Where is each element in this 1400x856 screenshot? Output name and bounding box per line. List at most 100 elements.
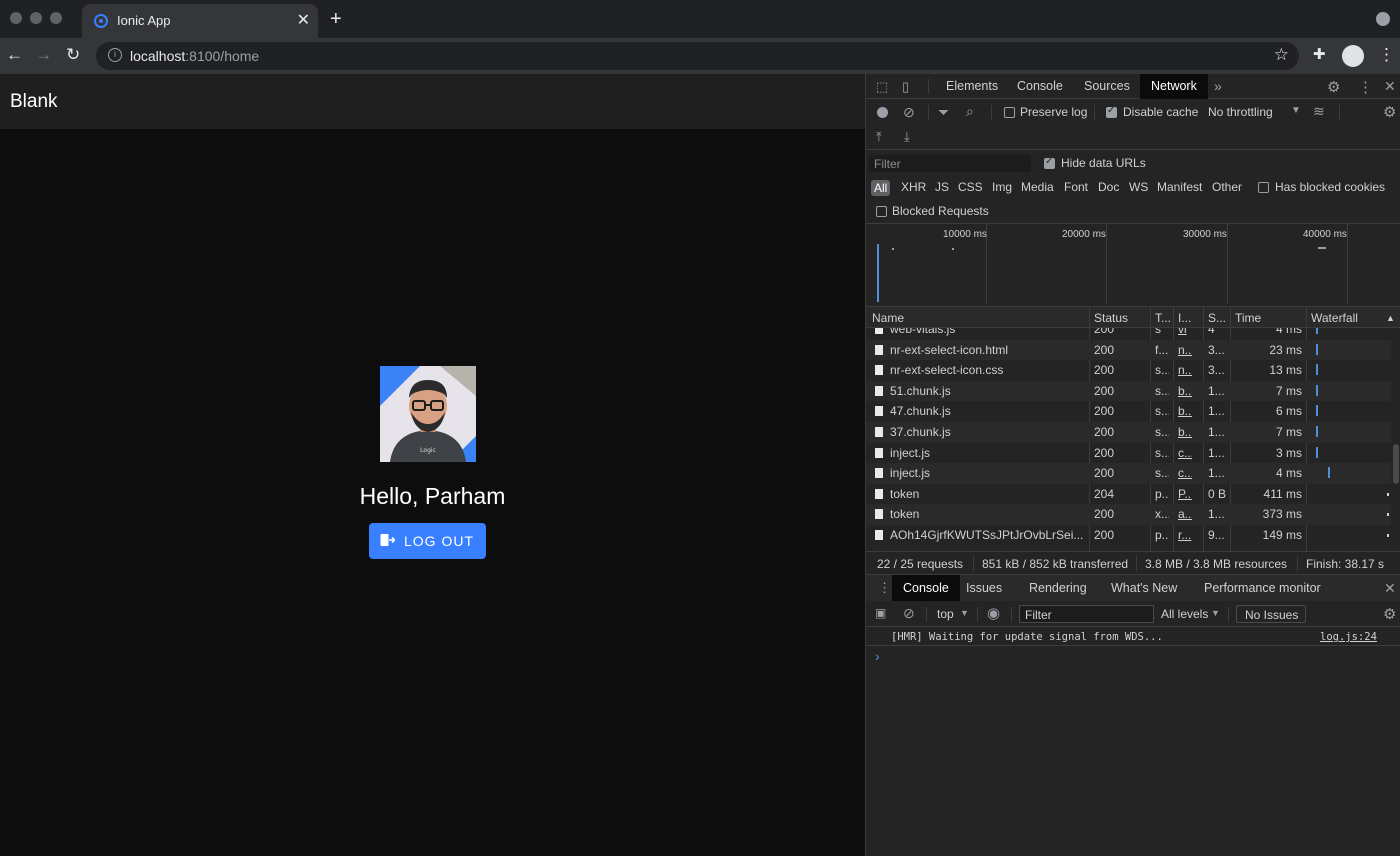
drawer-tab-rendering[interactable]: Rendering bbox=[1021, 575, 1095, 601]
network-settings-gear-icon[interactable]: ⚙ bbox=[1383, 103, 1396, 121]
request-initiator[interactable]: b... bbox=[1178, 425, 1192, 439]
table-row[interactable]: nr-ext-select-icon.css 200 s... n... 3... 13 … bbox=[866, 360, 1391, 381]
table-row[interactable]: 37.chunk.js 200 s... b... 1... 7 ms bbox=[866, 422, 1391, 443]
disable-cache-checkbox[interactable] bbox=[1106, 105, 1117, 118]
profile-menu-icon[interactable] bbox=[1376, 12, 1390, 26]
col-status[interactable]: Status bbox=[1094, 311, 1128, 325]
request-initiator[interactable]: vi bbox=[1178, 328, 1192, 336]
close-drawer-icon[interactable]: ✕ bbox=[1384, 580, 1396, 597]
col-name[interactable]: Name bbox=[872, 311, 904, 325]
filter-css[interactable]: CSS bbox=[958, 180, 983, 194]
context-dropdown-arrow-icon[interactable]: ▼ bbox=[960, 608, 969, 618]
request-initiator[interactable]: P... bbox=[1178, 487, 1192, 501]
tab-elements[interactable]: Elements bbox=[938, 74, 1006, 99]
request-initiator[interactable]: n... bbox=[1178, 343, 1192, 357]
table-row[interactable]: AOh14GjrfKWUTSsJPtJrOvbLrSei... 200 p... r.… bbox=[866, 525, 1391, 546]
window-close-control[interactable] bbox=[10, 12, 22, 24]
preserve-log-checkbox[interactable] bbox=[1004, 107, 1015, 118]
import-har-icon[interactable]: ⤒ bbox=[876, 129, 882, 145]
settings-gear-icon[interactable]: ⚙ bbox=[1327, 78, 1340, 96]
site-info-icon[interactable]: i bbox=[108, 48, 122, 62]
browser-menu-icon[interactable]: ⋮ bbox=[1378, 45, 1395, 65]
tab-network[interactable]: Network bbox=[1140, 74, 1208, 99]
request-initiator[interactable]: n... bbox=[1178, 363, 1192, 377]
table-row[interactable]: token 204 p... P... 0 B 411 ms bbox=[866, 484, 1391, 505]
window-minimize-control[interactable] bbox=[30, 12, 42, 24]
issues-button[interactable]: No Issues bbox=[1236, 605, 1306, 623]
request-initiator[interactable]: b... bbox=[1178, 404, 1192, 418]
request-initiator[interactable]: b... bbox=[1178, 384, 1192, 398]
network-conditions-icon[interactable]: ≋ bbox=[1313, 103, 1325, 120]
back-arrow-icon[interactable]: ← bbox=[6, 45, 23, 65]
request-initiator[interactable]: r... bbox=[1178, 528, 1192, 542]
filter-xhr[interactable]: XHR bbox=[901, 180, 926, 194]
filter-doc[interactable]: Doc bbox=[1098, 180, 1119, 194]
request-initiator[interactable]: a... bbox=[1178, 507, 1192, 521]
filter-other[interactable]: Other bbox=[1212, 180, 1242, 194]
throttling-select[interactable]: No throttling bbox=[1208, 105, 1273, 119]
table-row[interactable]: 51.chunk.js 200 s... b... 1... 7 ms bbox=[866, 380, 1391, 402]
new-tab-icon[interactable]: + bbox=[330, 8, 342, 31]
col-waterfall[interactable]: Waterfall bbox=[1311, 311, 1358, 325]
window-zoom-control[interactable] bbox=[50, 12, 62, 24]
drawer-tab-whats-new[interactable]: What's New bbox=[1103, 575, 1185, 601]
filter-all[interactable]: All bbox=[871, 180, 891, 196]
filter-manifest[interactable]: Manifest bbox=[1157, 180, 1202, 194]
filter-img[interactable]: Img bbox=[992, 180, 1012, 194]
filter-js[interactable]: JS bbox=[935, 180, 949, 194]
col-initiator[interactable]: I... bbox=[1178, 311, 1191, 325]
console-settings-gear-icon[interactable]: ⚙ bbox=[1383, 605, 1396, 623]
table-row[interactable]: token 200 x... a... 1... 373 ms bbox=[866, 504, 1391, 525]
console-clear-icon[interactable]: ⊘ bbox=[903, 605, 915, 622]
levels-dropdown-arrow-icon[interactable]: ▼ bbox=[1211, 608, 1220, 618]
tab-sources[interactable]: Sources bbox=[1076, 74, 1138, 99]
table-row[interactable]: web-vitals.js 200 s vi 4 4 ms bbox=[866, 328, 1391, 340]
filter-ws[interactable]: WS bbox=[1129, 180, 1148, 194]
throttling-dropdown-arrow-icon[interactable]: ▼ bbox=[1291, 105, 1301, 116]
console-filter-input[interactable]: Filter bbox=[1019, 605, 1154, 623]
close-devtools-icon[interactable]: ✕ bbox=[1384, 78, 1396, 95]
filter-media[interactable]: Media bbox=[1021, 180, 1054, 194]
forward-arrow-icon[interactable]: → bbox=[35, 45, 52, 65]
drawer-tab-console[interactable]: Console bbox=[892, 575, 960, 601]
request-initiator[interactable]: c... bbox=[1178, 466, 1192, 480]
filter-font[interactable]: Font bbox=[1064, 180, 1088, 194]
export-har-icon[interactable]: ⤓ bbox=[904, 129, 910, 145]
blocked-requests-checkbox[interactable] bbox=[876, 206, 887, 217]
table-row[interactable]: 47.chunk.js 200 s... b... 1... 6 ms bbox=[866, 401, 1391, 422]
log-levels-select[interactable]: All levels bbox=[1161, 607, 1208, 621]
logout-button[interactable]: Log out bbox=[369, 523, 486, 559]
table-row[interactable]: inject.js 200 s... c... 1... 4 ms bbox=[866, 463, 1391, 484]
reload-icon[interactable]: ↻ bbox=[66, 45, 80, 65]
more-tabs-icon[interactable]: » bbox=[1214, 78, 1222, 94]
col-type[interactable]: T... bbox=[1155, 311, 1171, 325]
filter-input[interactable]: Filter bbox=[869, 155, 1031, 172]
devtools-menu-icon[interactable]: ⋮ bbox=[1358, 78, 1373, 96]
browser-tab[interactable]: Ionic App ✕ bbox=[82, 4, 318, 38]
drawer-tab-issues[interactable]: Issues bbox=[958, 575, 1010, 601]
request-initiator[interactable]: c... bbox=[1178, 446, 1192, 460]
record-icon[interactable] bbox=[877, 107, 888, 118]
extensions-puzzle-icon[interactable]: ✚ bbox=[1313, 45, 1326, 63]
table-row[interactable]: nr-ext-select-icon.html 200 f... n... 3... 23… bbox=[866, 339, 1391, 361]
table-scrollbar[interactable] bbox=[1393, 444, 1399, 484]
sort-ascending-icon[interactable]: ▲ bbox=[1386, 313, 1395, 323]
col-size[interactable]: S... bbox=[1208, 311, 1226, 325]
hide-data-urls-checkbox[interactable] bbox=[1044, 156, 1055, 169]
drawer-tab-performance-monitor[interactable]: Performance monitor bbox=[1196, 575, 1329, 601]
inspect-element-icon[interactable]: ⬚ bbox=[876, 79, 888, 95]
search-icon[interactable]: ⌕ bbox=[966, 103, 974, 120]
col-time[interactable]: Time bbox=[1235, 311, 1261, 325]
request-table-body[interactable]: web-vitals.js 200 s vi 4 4 ms nr-ext-select-ic… bbox=[866, 328, 1400, 547]
bookmark-star-icon[interactable]: ☆ bbox=[1274, 45, 1289, 65]
console-prompt-icon[interactable]: › bbox=[875, 648, 880, 664]
console-sidebar-icon[interactable]: ▣ bbox=[875, 606, 886, 620]
live-expression-eye-icon[interactable]: ◉ bbox=[987, 604, 1000, 622]
profile-avatar[interactable] bbox=[1342, 45, 1364, 67]
console-message-source-link[interactable]: log.js:24 bbox=[1320, 631, 1377, 643]
tab-close-icon[interactable]: ✕ bbox=[297, 10, 310, 30]
table-row[interactable]: inject.js 200 s... c... 1... 3 ms bbox=[866, 443, 1391, 464]
filter-funnel-icon[interactable]: ⏷ bbox=[938, 104, 949, 121]
device-toolbar-icon[interactable]: ▯ bbox=[902, 79, 909, 95]
drawer-menu-icon[interactable]: ⋮ bbox=[878, 580, 891, 596]
